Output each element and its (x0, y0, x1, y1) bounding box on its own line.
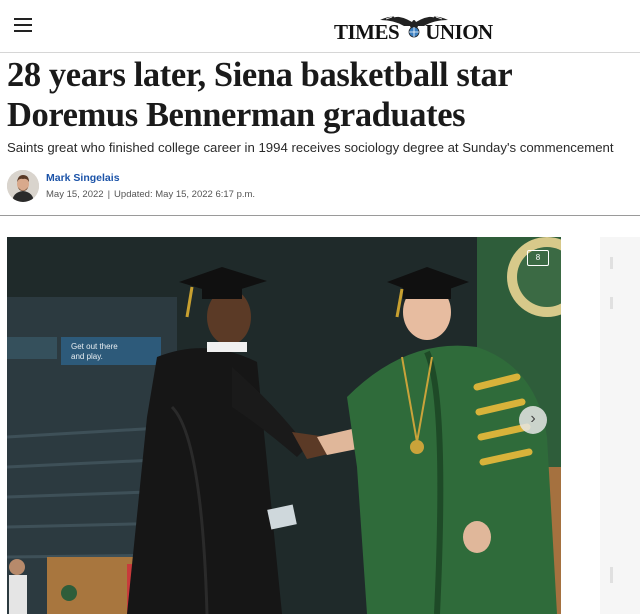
author-link[interactable]: Mark Singelais (46, 172, 120, 184)
banner-text-line2: and play. (71, 352, 103, 361)
eagle-logo-icon (380, 15, 448, 38)
byline: Mark Singelais May 15, 2022 | Updated: May… (7, 170, 407, 204)
article-headline: 28 years later, Siena basketball star Do… (7, 56, 512, 134)
updated-date: Updated: May 15, 2022 6:17 p.m. (114, 189, 256, 200)
byline-divider (0, 215, 640, 216)
menu-icon[interactable] (14, 18, 32, 32)
article-subheadline: Saints great who finished college career… (7, 140, 614, 155)
gallery-icon[interactable]: 8 (527, 250, 549, 266)
chevron-right-icon[interactable]: › (519, 406, 547, 434)
author-avatar[interactable] (7, 170, 39, 202)
banner-text-line1: Get out there (71, 342, 118, 351)
header-divider (0, 52, 640, 53)
publish-dates: May 15, 2022 | Updated: May 15, 2022 6:17 … (46, 189, 256, 200)
lead-photo[interactable]: Get out there and play. 8 › (7, 237, 561, 614)
site-header: TIMES UNION (0, 0, 640, 52)
right-rail (600, 237, 640, 614)
commencement-photo: Get out there and play. (7, 237, 561, 614)
published-date: May 15, 2022 (46, 189, 104, 200)
times-union-logo[interactable]: TIMES UNION (334, 12, 493, 44)
